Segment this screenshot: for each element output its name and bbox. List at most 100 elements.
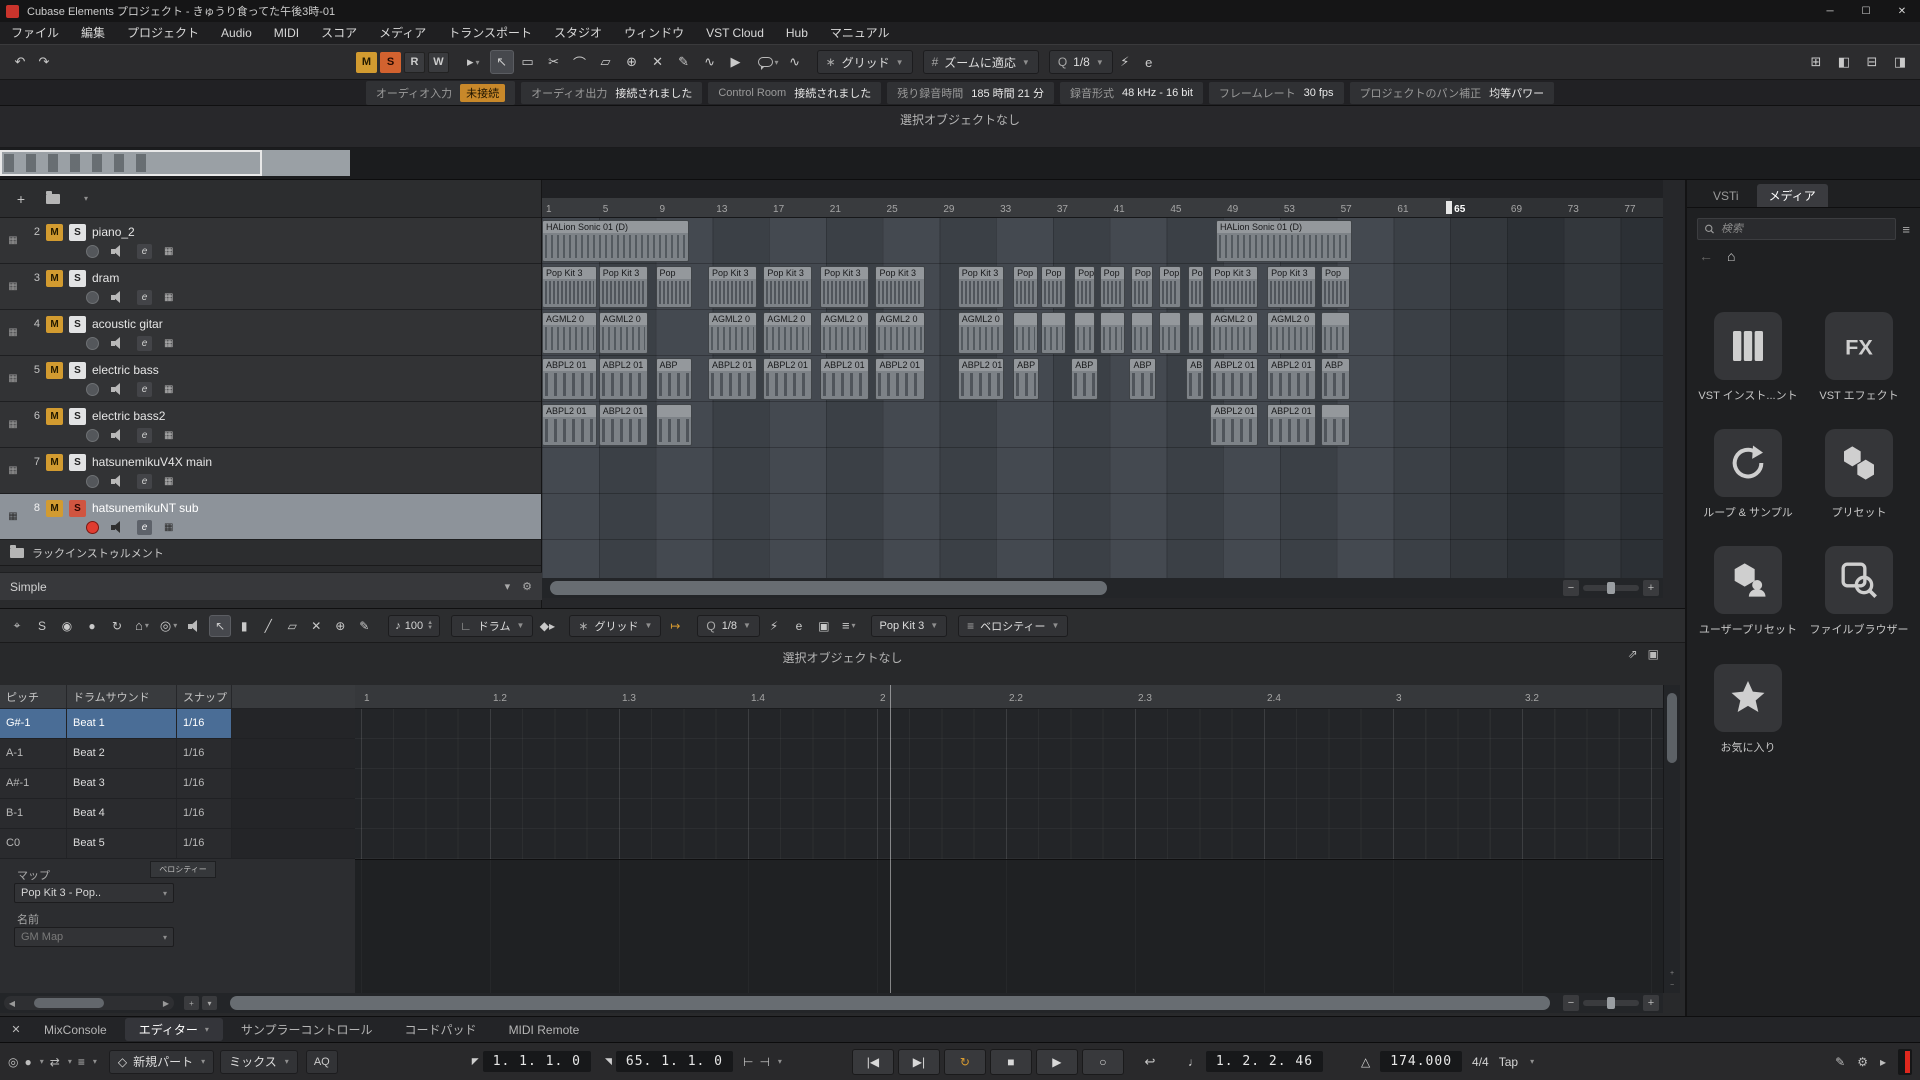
menu-item-2[interactable]: プロジェクト xyxy=(116,22,210,44)
midi-clip[interactable]: Pop xyxy=(1159,266,1181,308)
track-solo-button[interactable]: S xyxy=(69,408,86,425)
midi-clip[interactable]: Pop xyxy=(1074,266,1095,308)
editor-snap-dropdown[interactable]: ∗ グリッド ▼ xyxy=(569,615,661,637)
menu-item-0[interactable]: ファイル xyxy=(0,22,70,44)
record-in-editor-icon[interactable]: ● xyxy=(81,615,103,637)
midi-clip[interactable]: ABPL2 01 xyxy=(1210,404,1258,446)
vscroll-thumb[interactable] xyxy=(1667,693,1677,763)
midi-clip[interactable]: ABPL2 01 xyxy=(763,358,812,400)
lane-options-button[interactable]: ▾ xyxy=(202,996,217,1010)
menu-item-12[interactable]: マニュアル xyxy=(819,22,901,44)
part-borders-icon[interactable]: ▣ xyxy=(813,615,835,637)
midi-clip[interactable]: Pop xyxy=(1131,266,1153,308)
tempo-value[interactable]: 174.000 xyxy=(1380,1051,1462,1072)
expand-icon[interactable]: ▸ xyxy=(1880,1055,1886,1069)
list-view-icon[interactable]: ≡ xyxy=(1902,222,1910,237)
independent-loop-icon[interactable]: ↻ xyxy=(106,615,128,637)
midi-clip[interactable]: HALion Sonic 01 (D) xyxy=(1216,220,1352,262)
editor-mute-tool-icon[interactable]: ✕ xyxy=(305,615,327,637)
drum-map-dropdown[interactable]: Pop Kit 3 ▼ xyxy=(871,615,948,637)
midi-clip[interactable]: ABP xyxy=(1321,358,1350,400)
edit-channel-button[interactable]: e xyxy=(137,382,152,397)
menu-item-11[interactable]: Hub xyxy=(775,22,819,44)
global-read-button[interactable]: R xyxy=(404,52,425,73)
menu-item-9[interactable]: ウィンドウ xyxy=(613,22,695,44)
punch-mode-icon[interactable]: ⇄ xyxy=(50,1055,60,1069)
menu-item-3[interactable]: Audio xyxy=(210,22,263,44)
midi-clip[interactable]: ABPL2 01 xyxy=(599,358,648,400)
editor-home-button[interactable]: ⌂▾ xyxy=(131,614,153,638)
media-tile-1[interactable]: FXVST エフェクト xyxy=(1809,312,1909,403)
track-row-3[interactable]: ▦3MSdrame▦ xyxy=(0,264,541,310)
column-snap[interactable]: スナップ xyxy=(177,685,232,708)
edit-channel-button[interactable]: e xyxy=(137,290,152,305)
drum-row-B-1[interactable]: B-1Beat 41/16 xyxy=(0,799,355,829)
play-button[interactable]: ▶ xyxy=(1036,1049,1078,1075)
zoom-slider[interactable] xyxy=(1583,1000,1639,1006)
column-drum-sound[interactable]: ドラムサウンド xyxy=(67,685,177,708)
editor-zoom-tool-icon[interactable]: ⊕ xyxy=(329,615,351,637)
midi-clip[interactable]: Pop xyxy=(1188,266,1204,308)
drum-row-G#-1[interactable]: G#-1Beat 11/16 xyxy=(0,709,355,739)
midi-clip[interactable]: AGML2 0 xyxy=(820,312,869,354)
drum-row-C0[interactable]: C0Beat 51/16 xyxy=(0,829,355,859)
midi-clip[interactable]: ABPL2 01 xyxy=(820,358,869,400)
play-tool-icon[interactable]: ▶ xyxy=(724,50,748,74)
menu-item-5[interactable]: スコア xyxy=(310,22,368,44)
bottom-tab-0[interactable]: MixConsole xyxy=(30,1020,121,1040)
midi-clip[interactable] xyxy=(1321,312,1350,354)
midi-clip[interactable]: ABP xyxy=(1129,358,1155,400)
track-row-8[interactable]: ▦8MShatsunemikuNT sube▦ xyxy=(0,494,541,540)
glue-tool-icon[interactable]: ⌒ xyxy=(568,50,592,74)
midi-clip[interactable]: ABP xyxy=(656,358,692,400)
track-mute-button[interactable]: M xyxy=(46,500,63,517)
position-value[interactable]: 1. 2. 2. 46 xyxy=(1206,1051,1323,1072)
autoscroll-button[interactable]: ▸ ▾ xyxy=(463,50,484,74)
track-row-7[interactable]: ▦7MShatsunemikuV4X maine▦ xyxy=(0,448,541,494)
midi-clip[interactable] xyxy=(1074,312,1095,354)
range-select-tool-icon[interactable]: ▭ xyxy=(516,50,540,74)
tap-tempo-button[interactable]: Tap xyxy=(1499,1055,1518,1069)
menu-item-4[interactable]: MIDI xyxy=(263,22,310,44)
midi-clip[interactable]: ABPL2 01 xyxy=(708,358,757,400)
track-visibility-button[interactable]: ▾ xyxy=(74,188,96,210)
bottom-tab-4[interactable]: MIDI Remote xyxy=(495,1020,594,1040)
bottom-tab-3[interactable]: コードパッド xyxy=(391,1018,491,1041)
track-solo-button[interactable]: S xyxy=(69,362,86,379)
midi-clip[interactable] xyxy=(1188,312,1204,354)
editor-solo-button[interactable]: S xyxy=(31,615,53,637)
menu-item-1[interactable]: 編集 xyxy=(70,22,116,44)
midi-clip[interactable]: Pop Kit 3 xyxy=(1267,266,1316,308)
controller-lane-label[interactable]: ベロシティー xyxy=(150,861,216,878)
monitor-button[interactable] xyxy=(111,429,125,441)
drum-name-selector[interactable]: GM Map ▾ xyxy=(14,927,174,947)
go-to-previous-marker-button[interactable]: |◀ xyxy=(852,1049,894,1075)
return-to-start-icon[interactable]: ↩ xyxy=(1138,1050,1162,1074)
editor-line-tool-icon[interactable]: ╱ xyxy=(257,615,279,637)
track-mute-button[interactable]: M xyxy=(46,362,63,379)
track-row-5[interactable]: ▦5MSelectric basse▦ xyxy=(0,356,541,402)
punch-in-icon[interactable]: ⊢ xyxy=(743,1055,753,1069)
midi-clip[interactable]: AGML2 0 xyxy=(599,312,648,354)
record-enable-button[interactable] xyxy=(86,383,99,396)
drum-row-A-1[interactable]: A-1Beat 21/16 xyxy=(0,739,355,769)
erase-tool-icon[interactable]: ▱ xyxy=(594,50,618,74)
record-mode-icon[interactable]: ● xyxy=(24,1055,31,1069)
insert-velocity-stepper[interactable]: ♪ 100 ▲▼ xyxy=(388,615,440,637)
column-pitch[interactable]: ピッチ xyxy=(0,685,67,708)
drum-row-A#-1[interactable]: A#-1Beat 31/16 xyxy=(0,769,355,799)
midi-clip[interactable] xyxy=(1131,312,1153,354)
new-part-dropdown[interactable]: ◇ 新規パート ▾ xyxy=(109,1050,214,1074)
iterative-quantize-icon[interactable]: ⚡ xyxy=(763,615,785,637)
track-mute-button[interactable]: M xyxy=(46,224,63,241)
drum-grid[interactable]: 11.21.31.422.22.32.433.2 xyxy=(355,685,1663,993)
monitor-button[interactable] xyxy=(111,337,125,349)
arrange-hscrollbar[interactable]: − + xyxy=(542,578,1663,598)
add-lane-button[interactable]: + xyxy=(184,996,199,1010)
menu-item-10[interactable]: VST Cloud xyxy=(695,22,775,44)
stop-button[interactable]: ■ xyxy=(990,1049,1032,1075)
right-zone-toggle-icon[interactable]: ◨ xyxy=(1888,50,1912,74)
midi-clip[interactable]: HALion Sonic 01 (D) xyxy=(542,220,689,262)
aq-button[interactable]: AQ xyxy=(306,1050,338,1074)
media-tile-0[interactable]: VST インスト...ント xyxy=(1698,312,1798,403)
